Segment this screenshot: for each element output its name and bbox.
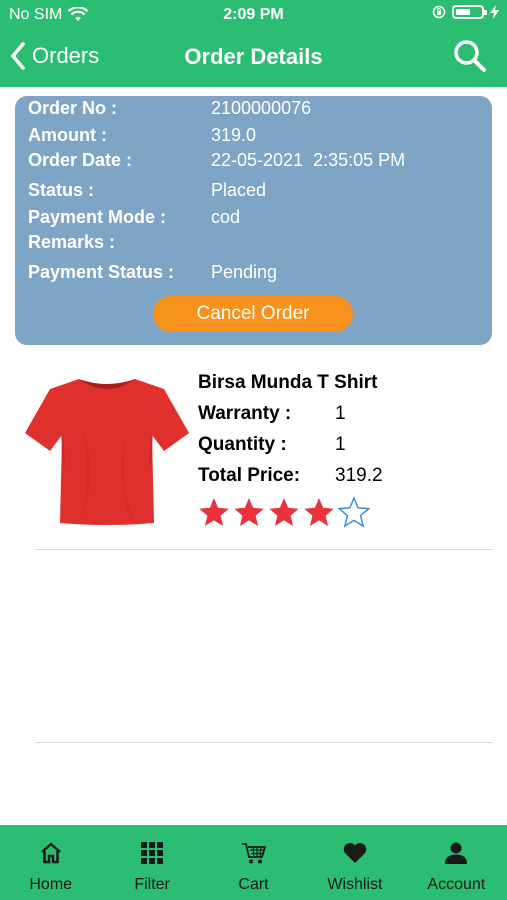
order-date-value: 22-05-2021 2:35:05 PM — [211, 150, 406, 170]
cart-icon — [241, 843, 266, 864]
battery-icon — [452, 5, 487, 19]
star-filled-icon[interactable] — [233, 496, 265, 528]
divider-top — [35, 549, 493, 550]
order-date-label: Order Date : — [28, 150, 133, 170]
user-icon — [445, 842, 468, 864]
payment-status-label: Payment Status : — [28, 262, 175, 282]
tab-cart-label: Cart — [238, 876, 269, 893]
star-filled-icon[interactable] — [198, 496, 230, 528]
order-no-label: Order No : — [28, 98, 118, 118]
tab-wishlist[interactable]: Wishlist — [304, 825, 405, 900]
warranty-label: Warranty : — [198, 403, 292, 424]
remarks-label: Remarks : — [28, 232, 116, 252]
back-button[interactable]: Orders — [10, 42, 99, 70]
bottom-tab-bar: Home Filter Cart Wishlist Account — [0, 825, 507, 900]
tab-account-label: Account — [427, 876, 486, 893]
warranty-value: 1 — [335, 403, 346, 424]
grid-icon — [141, 842, 164, 864]
star-filled-icon[interactable] — [303, 496, 335, 528]
rating-stars — [198, 496, 370, 528]
divider-bottom — [35, 742, 493, 743]
back-label: Orders — [32, 43, 100, 68]
search-button[interactable] — [453, 39, 487, 78]
payment-mode-value: cod — [211, 207, 241, 227]
status-label: Status : — [28, 180, 95, 200]
star-empty-icon[interactable] — [338, 496, 370, 528]
total-price-value: 319.2 — [335, 465, 383, 486]
cancel-order-button[interactable]: Cancel Order — [153, 296, 353, 332]
tab-filter-label: Filter — [134, 876, 170, 893]
battery-level — [456, 9, 470, 15]
order-no-value: 2100000076 — [211, 98, 312, 118]
tab-wishlist-label: Wishlist — [327, 876, 383, 893]
total-price-label: Total Price: — [198, 465, 301, 486]
status-bar: No SIM 2:09 PM — [0, 0, 507, 30]
battery-cap — [484, 10, 487, 15]
payment-mode-label: Payment Mode : — [28, 207, 167, 227]
payment-status-value: Pending — [211, 262, 278, 282]
amount-label: Amount : — [28, 125, 107, 145]
status-bar-right — [432, 5, 499, 19]
home-icon — [40, 842, 61, 864]
status-time: 2:09 PM — [223, 6, 284, 23]
heart-icon — [343, 843, 367, 863]
tab-home-label: Home — [29, 876, 73, 893]
search-icon — [454, 40, 486, 72]
app-header: No SIM 2:09 PM Orders Order Details — [0, 0, 507, 87]
order-item: Birsa Munda T Shirt Warranty : 1 Quantit… — [0, 360, 507, 550]
tab-home[interactable]: Home — [0, 825, 101, 900]
status-value: Placed — [211, 180, 267, 200]
orientation-lock-icon — [432, 5, 446, 19]
amount-value: 319.0 — [211, 125, 257, 145]
order-summary-card: Order No : 2100000076 Amount : 319.0 Ord… — [15, 96, 492, 345]
quantity-value: 1 — [335, 434, 346, 455]
tab-account[interactable]: Account — [406, 825, 507, 900]
chevron-left-icon — [11, 42, 25, 70]
quantity-label: Quantity : — [198, 434, 287, 455]
tab-cart[interactable]: Cart — [203, 825, 304, 900]
product-name: Birsa Munda T Shirt — [198, 372, 378, 393]
tab-filter[interactable]: Filter — [101, 825, 202, 900]
charging-bolt-icon — [490, 5, 499, 19]
nav-bar: Orders Order Details — [0, 30, 507, 87]
tshirt-image — [25, 379, 189, 525]
star-filled-icon[interactable] — [268, 496, 300, 528]
